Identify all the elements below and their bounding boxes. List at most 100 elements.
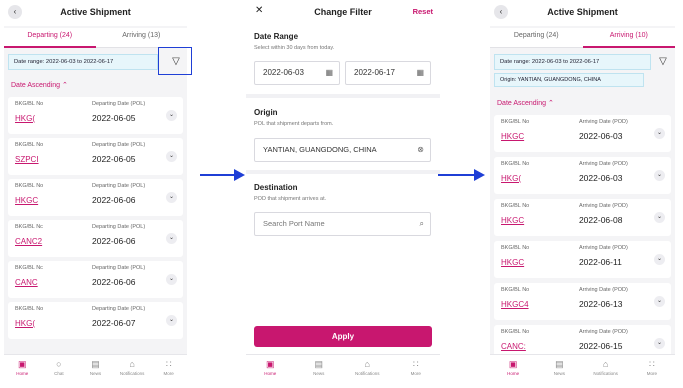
date-label: Departing Date (POL) — [92, 224, 146, 230]
nav-home[interactable]: ▣ Home — [490, 358, 536, 376]
chat-icon: ○ — [56, 359, 62, 369]
nav-more[interactable]: ∷ More — [392, 358, 441, 376]
header: ‹ Active Shipment — [4, 0, 187, 26]
nav-notifications[interactable]: ⌂ Notifications — [114, 358, 151, 376]
bkg-number-link[interactable]: CANC2 — [15, 237, 42, 246]
chevron-up-icon: ⌃ — [548, 100, 554, 107]
clear-icon[interactable]: ⊗ — [417, 139, 424, 161]
tab-bar: Departing (24) Arriving (13) — [4, 28, 187, 48]
news-icon: ▤ — [314, 359, 323, 369]
sort-label: Date Ascending — [11, 82, 61, 89]
date-range-chip: Date range: 2022-06-03 to 2022-06-17 — [8, 54, 158, 70]
date-label: Departing Date (POL) — [92, 306, 146, 312]
grid-icon: ∷ — [165, 359, 172, 369]
bkg-number-link[interactable]: HKGC4 — [501, 300, 529, 309]
bkg-number-link[interactable]: SZPCI — [15, 155, 39, 164]
shipment-card[interactable]: BKG/BL No HKGC Departing Date (POL) 2022-06… — [8, 179, 183, 216]
chevron-down-icon[interactable]: ⌄ — [654, 128, 665, 139]
origin-field[interactable]: YANTIAN, GUANGDONG, CHINA ⊗ — [254, 138, 431, 162]
grid-icon: ∷ — [412, 359, 419, 369]
sort-toggle[interactable]: Date Ascending ⌃ — [11, 81, 68, 89]
bkg-number-link[interactable]: HKGC — [501, 216, 524, 225]
chevron-down-icon[interactable]: ⌄ — [166, 192, 177, 203]
bkg-label: BKG/BL No — [501, 287, 530, 293]
shipment-card[interactable]: BKG/BL No HKG(Departing Date (POL) 2022-06… — [8, 302, 183, 339]
tab-arriving[interactable]: Arriving (10) — [583, 32, 676, 39]
nav-chat[interactable]: ○ Chat — [41, 358, 78, 376]
calendar-icon: ▦ — [416, 68, 424, 77]
origin-value: YANTIAN, GUANGDONG, CHINA — [263, 145, 377, 154]
flow-arrow-icon — [438, 169, 485, 181]
sort-toggle[interactable]: Date Ascending ⌃ — [497, 99, 554, 107]
date-to-field[interactable]: 2022-06-17 ▦ — [345, 61, 431, 85]
bottom-nav: ▣ Home ○ Chat ▤ News ⌂ Notifications ∷ More — [4, 354, 187, 382]
apply-button[interactable]: Apply — [254, 326, 432, 347]
shipment-card[interactable]: BKG/BL No HKGC Arriving Date (POD) 2022-06-… — [494, 115, 671, 152]
bkg-number-link[interactable]: CANC — [15, 278, 38, 287]
bkg-label: BKG/BL No — [15, 142, 44, 148]
bkg-number-link[interactable]: HKGC — [501, 132, 524, 141]
bkg-label: BKG/BL No — [501, 161, 530, 167]
news-icon: ▤ — [555, 359, 564, 369]
shipment-card[interactable]: BKG/BL No SZPCI Departing Date (POL) 2022-0… — [8, 138, 183, 175]
date-label: Arriving Date (POD) — [578, 245, 628, 251]
tab-arriving[interactable]: Arriving (13) — [96, 32, 188, 39]
nav-home[interactable]: ▣ Home — [246, 358, 295, 376]
page-title: Active Shipment — [60, 7, 131, 17]
nav-more[interactable]: ∷ More — [629, 358, 675, 376]
header: ‹ Active Shipment — [490, 0, 675, 26]
tab-departing[interactable]: Departing (24) — [490, 32, 583, 39]
shipment-card[interactable]: BKG/BL No HKG(Departing Date (POL) 2022-06… — [8, 97, 183, 134]
shipment-card[interactable]: BKG/BL No HKGC Arriving Date (POD) 2022-06-… — [494, 199, 671, 236]
bkg-number-link[interactable]: HKG( — [15, 319, 35, 328]
date-value: 2022-06-15 — [578, 341, 623, 351]
chevron-down-icon[interactable]: ⌄ — [166, 233, 177, 244]
home-icon: ▣ — [265, 359, 275, 369]
nav-more[interactable]: ∷ More — [150, 358, 187, 376]
bkg-label: BKG/BL No — [15, 306, 44, 312]
tab-departing[interactable]: Departing (24) — [4, 32, 96, 39]
shipment-card[interactable]: BKG/BL Nc CANC2 Departing Date (POL) 2022-0… — [8, 220, 183, 257]
date-from-field[interactable]: 2022-06-03 ▦ — [254, 61, 340, 85]
chevron-down-icon[interactable]: ⌄ — [166, 315, 177, 326]
chevron-down-icon[interactable]: ⌄ — [654, 254, 665, 265]
shipment-card[interactable]: BKG/BL No HKGC4 Arriving Date (POD) 2022-06… — [494, 283, 671, 320]
chevron-down-icon[interactable]: ⌄ — [166, 151, 177, 162]
destination-search-input[interactable]: Search Port Name ⌕ — [254, 212, 431, 236]
bkg-number-link[interactable]: HKG( — [501, 174, 521, 183]
news-icon: ▤ — [91, 359, 100, 369]
chevron-down-icon[interactable]: ⌄ — [166, 274, 177, 285]
nav-news[interactable]: ▤ News — [295, 358, 344, 376]
bkg-label: BKG/BL No — [501, 329, 530, 335]
bkg-number-link[interactable]: HKG( — [15, 114, 35, 123]
date-value: 2022-06-03 — [578, 131, 623, 141]
nav-news[interactable]: ▤ News — [77, 358, 114, 376]
bottom-nav: ▣ Home ▤ News ⌂ Notifications ∷ More — [246, 354, 440, 382]
nav-home[interactable]: ▣ Home — [4, 358, 41, 376]
calendar-icon: ▦ — [325, 68, 333, 77]
home-icon: ▣ — [508, 359, 518, 369]
chevron-down-icon[interactable]: ⌄ — [654, 338, 665, 349]
date-value: 2022-06-11 — [578, 257, 622, 267]
destination-placeholder: Search Port Name — [263, 219, 325, 228]
chevron-down-icon[interactable]: ⌄ — [654, 170, 665, 181]
filter-icon[interactable]: ▽ — [655, 54, 671, 70]
bkg-number-link[interactable]: HKGC — [15, 196, 38, 205]
shipment-card[interactable]: BKG/BL No HKG(Arriving Date (POD) 2022-06-… — [494, 157, 671, 194]
date-label: Arriving Date (POD) — [578, 161, 628, 167]
nav-news[interactable]: ▤ News — [536, 358, 582, 376]
chevron-down-icon[interactable]: ⌄ — [654, 296, 665, 307]
nav-notifications[interactable]: ⌂ Notifications — [343, 358, 392, 376]
nav-label: Chat — [54, 371, 64, 376]
shipment-card[interactable]: BKG/BL No HKGC Arriving Date (POD) 2022-06-… — [494, 241, 671, 278]
nav-notifications[interactable]: ⌂ Notifications — [583, 358, 629, 376]
bkg-label: BKG/BL No — [501, 203, 530, 209]
chevron-down-icon[interactable]: ⌄ — [654, 212, 665, 223]
shipment-card[interactable]: BKG/BL Nc CANC Departing Date (POL) 2022-06… — [8, 261, 183, 298]
bkg-number-link[interactable]: HKGC — [501, 258, 524, 267]
reset-button[interactable]: Reset — [413, 7, 433, 16]
chevron-down-icon[interactable]: ⌄ — [166, 110, 177, 121]
origin-hint: POL that shipment departs from. — [254, 121, 334, 127]
nav-label: Home — [16, 371, 29, 376]
bkg-number-link[interactable]: CANC: — [501, 342, 526, 351]
